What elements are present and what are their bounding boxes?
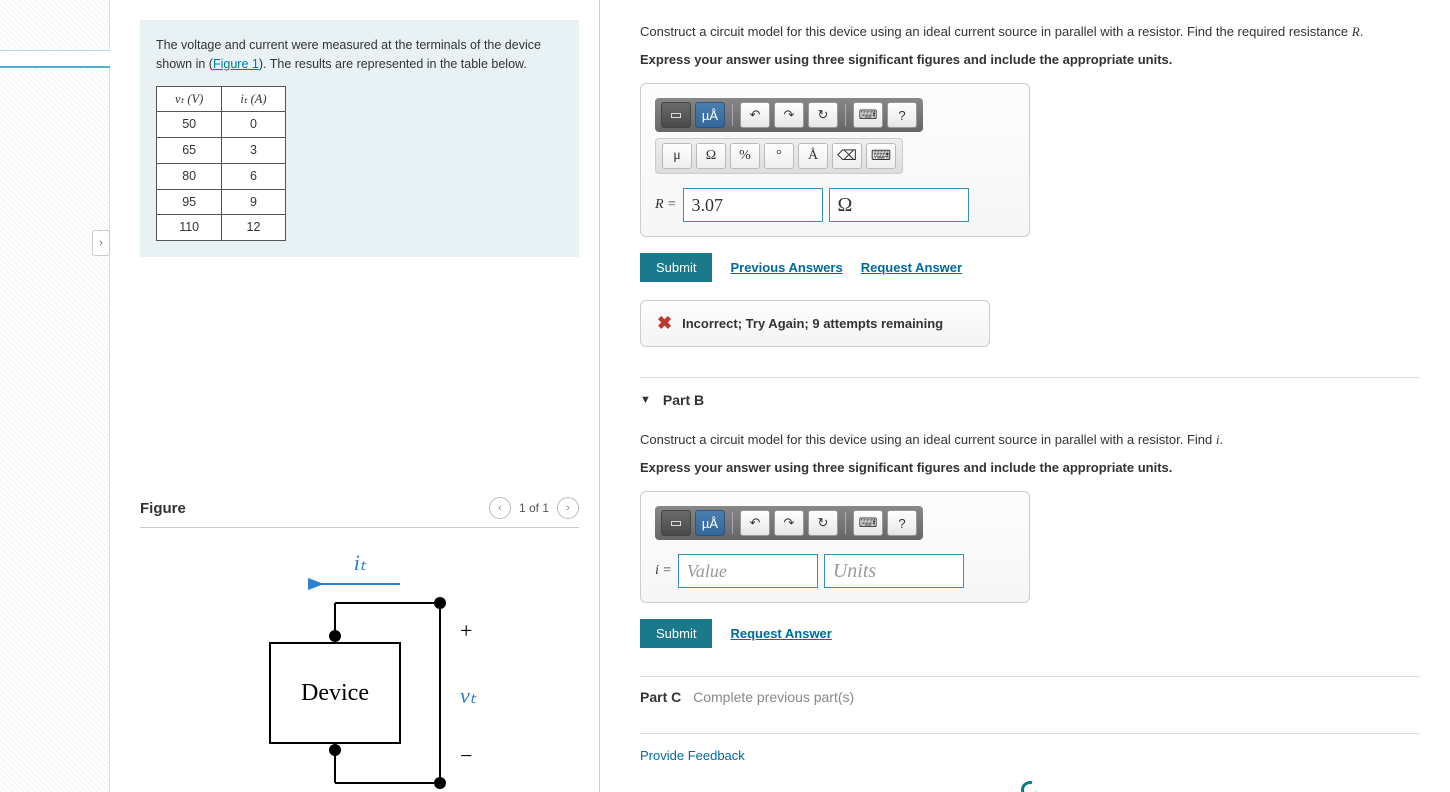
units-icon[interactable]: µÅ — [695, 102, 725, 128]
partb-answer-box: ▭ µÅ ↶ ↷ ↻ ⌨ ? i = — [640, 491, 1030, 603]
figure-counter: 1 of 1 — [519, 501, 549, 515]
circuit-figure: iₜ Device + vₜ − — [210, 548, 510, 792]
parta-submit-button[interactable]: Submit — [640, 253, 712, 282]
template-icon[interactable]: ▭ — [661, 510, 691, 536]
undo-icon[interactable]: ↶ — [740, 510, 770, 536]
partb-prompt: Construct a circuit model for this devic… — [640, 432, 1216, 447]
keyboard-icon[interactable]: ⌨ — [853, 510, 883, 536]
parta-label: R = — [655, 197, 677, 213]
table-row: 11012 — [157, 215, 286, 241]
provide-feedback-link[interactable]: Provide Feedback — [640, 733, 1420, 763]
incorrect-icon: ✖ — [657, 313, 672, 334]
symbol-toolbar: μ Ω % ° Å ⌫ ⌨ — [655, 138, 903, 174]
partb-unit-input[interactable] — [824, 554, 964, 588]
previous-answers-link[interactable]: Previous Answers — [730, 260, 842, 275]
partc-text: Complete previous part(s) — [693, 689, 854, 705]
figure-title: Figure — [140, 500, 186, 517]
partc-title: Part C — [640, 689, 681, 705]
table-row: 500 — [157, 112, 286, 138]
keyboard-icon[interactable]: ⌨ — [853, 102, 883, 128]
feedback-box: ✖ Incorrect; Try Again; 9 attempts remai… — [640, 300, 990, 347]
partb-submit-button[interactable]: Submit — [640, 619, 712, 648]
parta-var: R — [1352, 24, 1360, 39]
problem-statement: The voltage and current were measured at… — [140, 20, 579, 257]
parta-unit-input[interactable] — [829, 188, 969, 222]
sym-ohm[interactable]: Ω — [696, 143, 726, 169]
partb-title: Part B — [663, 392, 704, 408]
partb-request-answer-link[interactable]: Request Answer — [730, 626, 831, 641]
redo-icon[interactable]: ↷ — [774, 102, 804, 128]
partb-header[interactable]: ▼ Part B — [640, 377, 1420, 408]
equation-toolbar-b: ▭ µÅ ↶ ↷ ↻ ⌨ ? — [655, 506, 923, 540]
partb-instruct: Express your answer using three signific… — [640, 458, 1420, 478]
sym-mu[interactable]: μ — [662, 143, 692, 169]
caret-down-icon: ▼ — [640, 394, 651, 406]
sym-degree[interactable]: ° — [764, 143, 794, 169]
partb-value-input[interactable] — [678, 554, 818, 588]
redo-icon[interactable]: ↷ — [774, 510, 804, 536]
problem-column: The voltage and current were measured at… — [110, 0, 600, 792]
sym-angstrom[interactable]: Å — [798, 143, 828, 169]
feedback-text: Incorrect; Try Again; 9 attempts remaini… — [682, 316, 943, 331]
sym-keyboard[interactable]: ⌨ — [866, 143, 896, 169]
parta-prompt: Construct a circuit model for this devic… — [640, 24, 1352, 39]
undo-icon[interactable]: ↶ — [740, 102, 770, 128]
parta-value-input[interactable] — [683, 188, 823, 222]
col-header-v: vₜ (V) — [157, 86, 222, 112]
sym-percent[interactable]: % — [730, 143, 760, 169]
partc-row: Part C Complete previous part(s) — [640, 676, 1420, 705]
reset-icon[interactable]: ↻ — [808, 102, 838, 128]
label-vt: vₜ — [460, 683, 477, 708]
label-it: iₜ — [353, 550, 366, 575]
nav-sidebar: › — [0, 0, 110, 792]
table-row: 959 — [157, 189, 286, 215]
collapse-sidebar-button[interactable]: › — [92, 230, 110, 256]
pearson-icon — [1018, 778, 1043, 792]
partb-label: i = — [655, 563, 672, 579]
template-icon[interactable]: ▭ — [661, 102, 691, 128]
col-header-i: iₜ (A) — [222, 86, 285, 112]
sym-backspace[interactable]: ⌫ — [832, 143, 862, 169]
label-device: Device — [301, 680, 369, 706]
help-icon[interactable]: ? — [887, 102, 917, 128]
figure-prev-button[interactable]: ‹ — [489, 497, 511, 519]
parta-instruct: Express your answer using three signific… — [640, 50, 1420, 70]
figure-ref-link[interactable]: Figure 1 — [213, 57, 259, 71]
sidebar-tab[interactable] — [0, 50, 110, 68]
label-plus: + — [460, 618, 472, 643]
parta-answer-box: ▭ µÅ ↶ ↷ ↻ ⌨ ? μ Ω % ° Å ⌫ ⌨ — [640, 83, 1030, 237]
table-row: 653 — [157, 138, 286, 164]
data-table: vₜ (V) iₜ (A) 500 653 806 959 11012 — [156, 86, 286, 242]
reset-icon[interactable]: ↻ — [808, 510, 838, 536]
table-row: 806 — [157, 163, 286, 189]
label-minus: − — [460, 743, 472, 768]
help-icon[interactable]: ? — [887, 510, 917, 536]
units-icon[interactable]: µÅ — [695, 510, 725, 536]
answer-column: Construct a circuit model for this devic… — [600, 0, 1450, 792]
problem-intro-b: ). The results are represented in the ta… — [259, 57, 527, 71]
pearson-logo — [640, 781, 1420, 792]
figure-section: Figure ‹ 1 of 1 › iₜ — [140, 497, 579, 792]
equation-toolbar: ▭ µÅ ↶ ↷ ↻ ⌨ ? — [655, 98, 923, 132]
request-answer-link[interactable]: Request Answer — [861, 260, 962, 275]
figure-next-button[interactable]: › — [557, 497, 579, 519]
